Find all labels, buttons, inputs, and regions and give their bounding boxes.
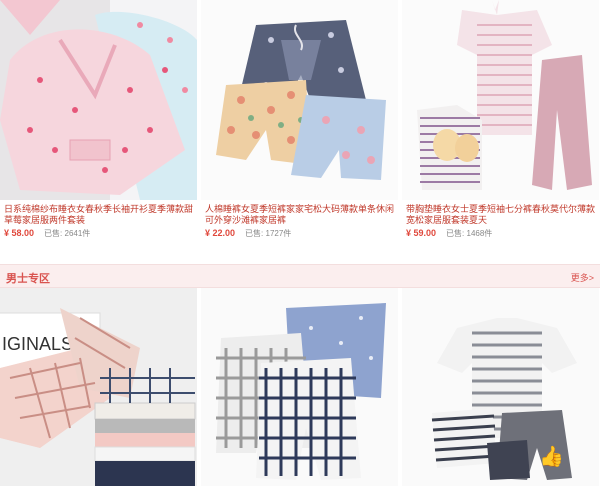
section-header-men: 男士专区 更多> — [0, 264, 600, 288]
product-card[interactable]: 日系纯棉纱布睡衣女春秋季长袖开衫夏季薄款甜草莓家居服两件套装 ¥ 58.00 已… — [0, 0, 197, 250]
product-title[interactable]: 带胸垫睡衣女士夏季短袖七分裤春秋莫代尔薄款宽松家居服套装夏天 — [402, 200, 599, 226]
box-print: IGINALS — [2, 334, 73, 354]
product-price: ¥ 58.00 — [4, 228, 35, 238]
product-price: ¥ 59.00 — [406, 228, 437, 238]
product-image[interactable]: IGINALS — [0, 288, 197, 486]
product-row-women: 日系纯棉纱布睡衣女春秋季长袖开衫夏季薄款甜草莓家居服两件套装 ¥ 58.00 已… — [0, 0, 600, 250]
product-image[interactable] — [0, 0, 197, 200]
thumbs-up-icon: 👍 — [539, 444, 564, 468]
more-link[interactable]: 更多> — [571, 271, 594, 284]
product-row-men: IGINALS 👍 — [0, 288, 600, 486]
product-card[interactable]: 带胸垫睡衣女士夏季短袖七分裤春秋莫代尔薄款宽松家居服套装夏天 ¥ 59.00 已… — [402, 0, 599, 250]
sold-count: 1468件 — [466, 229, 493, 238]
product-title[interactable]: 日系纯棉纱布睡衣女春秋季长袖开衫夏季薄款甜草莓家居服两件套装 — [0, 200, 197, 226]
product-card[interactable]: IGINALS — [0, 288, 197, 486]
sold-label: 已售: — [245, 229, 264, 238]
product-card[interactable] — [201, 288, 398, 486]
sold-count: 2641件 — [64, 229, 91, 238]
sold-count: 1727件 — [265, 229, 292, 238]
product-image[interactable]: 👍 — [402, 288, 599, 486]
sold-label: 已售: — [446, 229, 465, 238]
product-image[interactable] — [201, 0, 398, 200]
product-card[interactable]: 人棉睡裤女夏季短裤家家宅松大码薄款单条休闲可外穿沙滩裤家居裤 ¥ 22.00 已… — [201, 0, 398, 250]
sold-label: 已售: — [44, 229, 63, 238]
product-card[interactable]: 👍 — [402, 288, 599, 486]
product-price: ¥ 22.00 — [205, 228, 236, 238]
product-image[interactable] — [402, 0, 599, 200]
section-title: 男士专区 — [6, 273, 50, 285]
product-image[interactable] — [201, 288, 398, 486]
product-title[interactable]: 人棉睡裤女夏季短裤家家宅松大码薄款单条休闲可外穿沙滩裤家居裤 — [201, 200, 398, 226]
